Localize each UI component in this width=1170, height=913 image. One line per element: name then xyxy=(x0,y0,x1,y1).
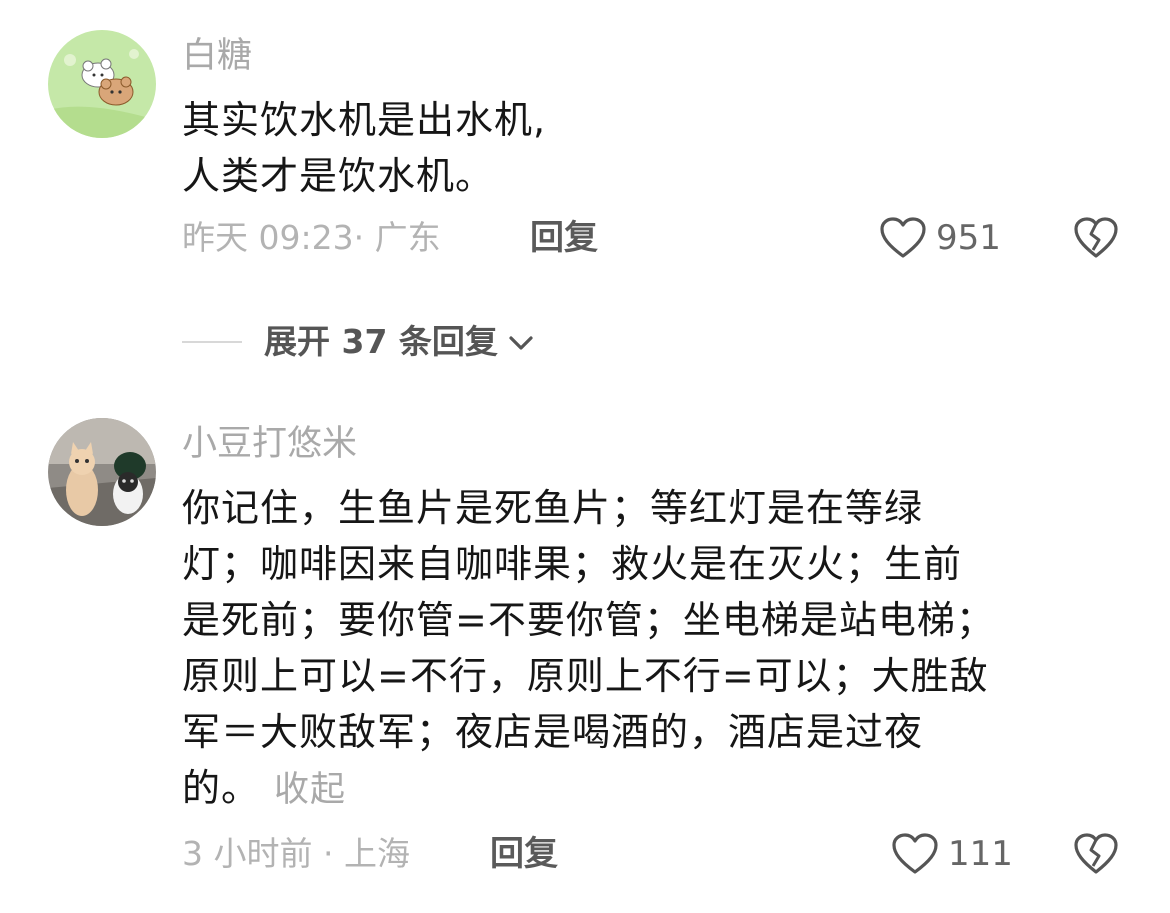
cartoon-bears-avatar-icon xyxy=(48,30,156,138)
comment-text: 你记住，生鱼片是死鱼片；等红灯是在等绿 灯；咖啡因来自咖啡果；救火是在灭火；生前… xyxy=(182,480,1112,818)
heart-outline-icon xyxy=(892,833,938,874)
comment-item: 白糖 其实饮水机是出水机, 人类才是饮水机。 昨天 09:23· 广东 回复 9… xyxy=(0,0,1170,300)
like-count: 111 xyxy=(948,834,1013,874)
username[interactable]: 小豆打悠米 xyxy=(182,422,357,466)
reply-button[interactable]: 回复 xyxy=(490,832,558,876)
reply-button[interactable]: 回复 xyxy=(530,216,598,260)
comment-line: 原则上可以=不行，原则上不行=可以；大胜敌 xyxy=(182,654,989,698)
username[interactable]: 白糖 xyxy=(182,34,252,78)
comment-text: 其实饮水机是出水机, 人类才是饮水机。 xyxy=(182,92,1112,204)
heart-outline-icon xyxy=(880,217,926,258)
avatar[interactable] xyxy=(48,30,156,138)
comment-timestamp-location: 3 小时前 · 上海 xyxy=(182,834,410,873)
divider xyxy=(182,341,242,343)
comment-line: 灯；咖啡因来自咖啡果；救火是在灭火；生前 xyxy=(182,542,963,586)
comment-line: 军＝大败敌军；夜店是喝酒的，酒店是过夜 xyxy=(182,710,924,754)
comment-line: 人类才是饮水机。 xyxy=(182,154,495,198)
broken-heart-icon xyxy=(1074,833,1118,874)
comment-line-last: 的。 收起 xyxy=(182,760,1112,818)
comment-line: 你记住，生鱼片是死鱼片；等红灯是在等绿 xyxy=(182,486,924,530)
expand-replies-label: 展开 37 条回复 xyxy=(264,322,498,361)
broken-heart-icon xyxy=(1074,217,1118,258)
like-button[interactable]: 111 xyxy=(890,832,1013,876)
comment-line: 的。 xyxy=(182,766,261,810)
dislike-button[interactable] xyxy=(1072,216,1120,260)
comment-item: 小豆打悠米 你记住，生鱼片是死鱼片；等红灯是在等绿 灯；咖啡因来自咖啡果；救火是… xyxy=(0,400,1170,913)
collapse-link[interactable]: 收起 xyxy=(274,770,346,810)
like-button[interactable]: 951 xyxy=(878,216,1001,260)
comment-line: 是死前；要你管=不要你管；坐电梯是站电梯； xyxy=(182,598,995,642)
chevron-down-icon xyxy=(509,336,533,350)
dislike-button[interactable] xyxy=(1072,832,1120,876)
avatar[interactable] xyxy=(48,418,156,526)
comment-timestamp-location: 昨天 09:23· 广东 xyxy=(182,218,441,257)
comment-line: 其实饮水机是出水机, xyxy=(182,98,547,142)
like-count: 951 xyxy=(936,218,1001,258)
expand-replies-button[interactable]: 展开 37 条回复 xyxy=(182,318,536,366)
cats-photo-avatar-icon xyxy=(48,418,156,526)
